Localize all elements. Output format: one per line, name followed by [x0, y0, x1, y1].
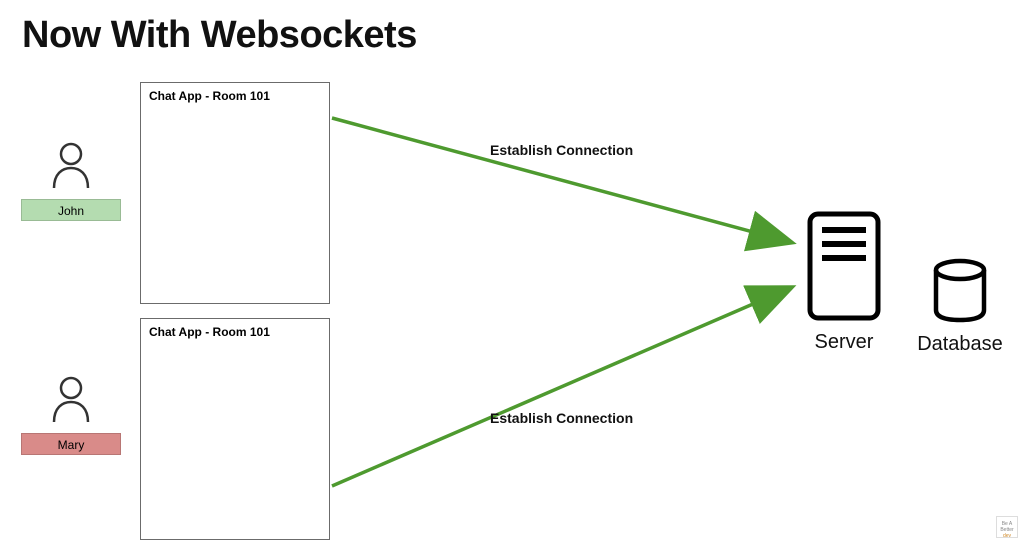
server-block: Server [800, 210, 888, 354]
server-icon [806, 309, 882, 326]
watermark: Be A Better dev [996, 516, 1018, 538]
connection-label-mary: Establish Connection [490, 410, 633, 426]
server-label: Server [800, 331, 888, 354]
connection-label-john: Establish Connection [490, 142, 633, 158]
watermark-line: dev [1003, 533, 1011, 539]
database-label: Database [910, 333, 1010, 356]
database-block: Database [910, 258, 1010, 356]
database-icon [931, 311, 989, 328]
